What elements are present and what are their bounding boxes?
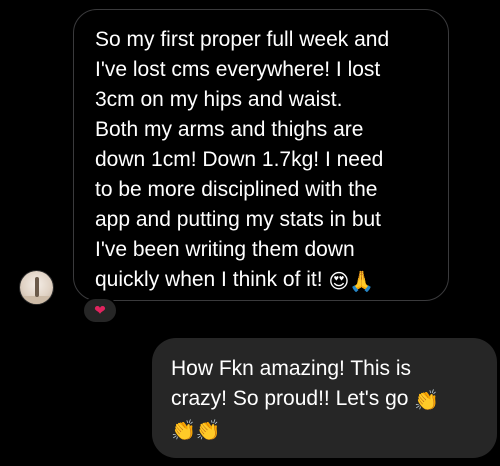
message-line: Both my arms and thighs are xyxy=(95,118,364,141)
avatar-figure xyxy=(35,277,39,297)
heart-icon: ❤ xyxy=(94,302,106,319)
clapping-hands-emoji-icon: 👏 xyxy=(414,388,440,412)
incoming-message-bubble[interactable]: So my first proper full week and I've lo… xyxy=(73,9,449,301)
message-line: 👏👏 xyxy=(171,414,483,444)
message-line: down 1cm! Down 1.7kg! I need xyxy=(95,148,384,171)
message-line: to be more disciplined with the xyxy=(95,178,378,201)
message-line: So my first proper full week and xyxy=(95,28,390,51)
avatar-floor xyxy=(20,296,53,304)
heart-reaction-badge[interactable]: ❤ xyxy=(82,297,118,324)
message-line: crazy! So proud!! Let's go 👏 xyxy=(171,384,483,414)
heart-eyes-emoji-icon: 😍 xyxy=(328,269,350,293)
clapping-hands-emoji-icon: 👏 xyxy=(171,418,196,442)
message-line: I've lost cms everywhere! I lost xyxy=(95,58,381,81)
message-line: How Fkn amazing! This is xyxy=(171,357,412,380)
avatar[interactable] xyxy=(20,271,53,304)
clapping-hands-emoji-icon: 👏 xyxy=(195,418,221,442)
outgoing-message-bubble[interactable]: How Fkn amazing! This is crazy! So proud… xyxy=(152,338,497,458)
message-line-text: quickly when I think of it! xyxy=(95,268,323,291)
message-line-last: quickly when I think of it! 😍🙏 xyxy=(95,265,430,295)
message-line: I've been writing them down xyxy=(95,238,355,261)
message-line-text: crazy! So proud!! Let's go xyxy=(171,387,409,410)
folded-hands-emoji-icon: 🙏 xyxy=(349,269,375,293)
message-line: 3cm on my hips and waist. xyxy=(95,88,343,111)
message-line: app and putting my stats in but xyxy=(95,208,382,231)
